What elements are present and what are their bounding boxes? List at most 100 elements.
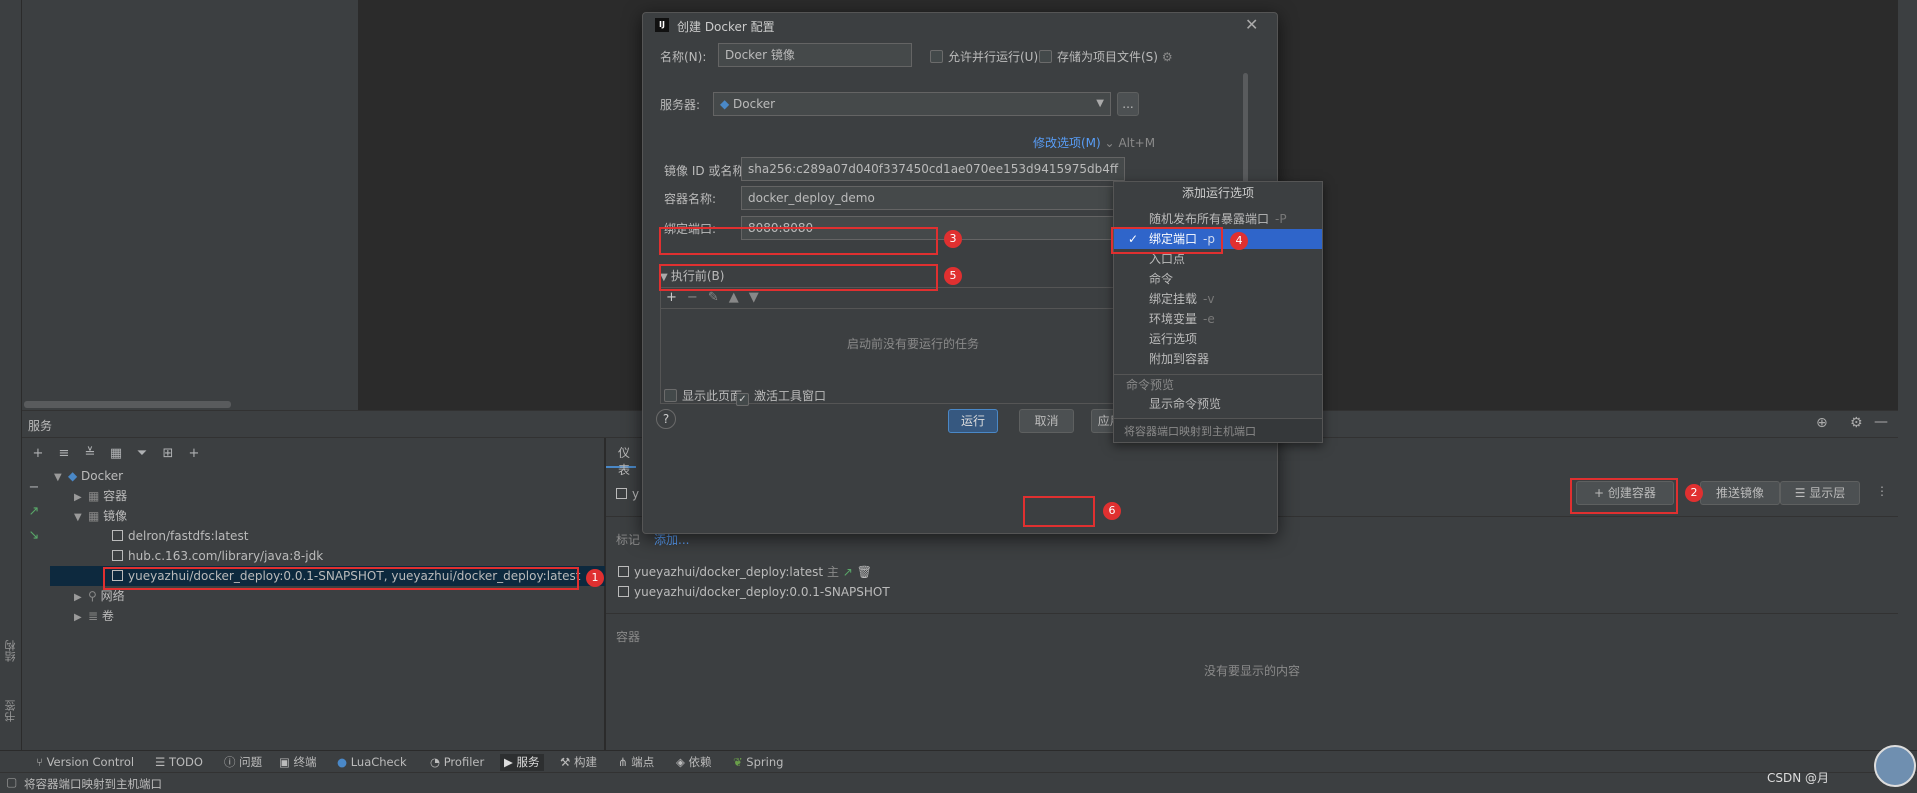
project-panel	[22, 0, 358, 410]
status-icon: ▢	[6, 775, 18, 789]
image-id-input[interactable]: sha256:c289a07d040f337450cd1ae070ee153d9…	[741, 157, 1125, 181]
tab-profiler[interactable]: ◔ Profiler	[430, 754, 484, 771]
run-icon[interactable]: ↗	[843, 565, 853, 579]
move-down-icon[interactable]: ▼	[749, 290, 759, 305]
tab-luacheck[interactable]: ● LuaCheck	[337, 754, 407, 771]
collapse-all-icon[interactable]: ≚	[80, 444, 100, 464]
add-icon[interactable]: +	[28, 444, 48, 464]
run-button[interactable]: 运行	[948, 409, 998, 433]
tab-label: 终端	[293, 755, 317, 769]
services-toolbar: + ≡ ≚ ▦ ⏷ ⊞ +	[28, 444, 204, 464]
tab-todo[interactable]: ☰ TODO	[155, 754, 203, 771]
popup-item[interactable]: 随机发布所有暴露端口 -P	[1114, 209, 1322, 229]
expand-all-icon[interactable]: ≡	[54, 444, 74, 464]
image-header: y	[616, 487, 639, 501]
cancel-button[interactable]: 取消	[1019, 409, 1074, 433]
tab-dashboard-label: 仪表	[618, 446, 631, 477]
tree-docker[interactable]: ▼ ◆ Docker	[54, 466, 123, 486]
bookmarks-tab[interactable]: 书签	[3, 700, 19, 722]
allow-parallel-checkbox[interactable]: 允许并行运行(U)	[930, 48, 1038, 65]
app-logo-icon: IJ	[655, 18, 669, 32]
modify-options-link[interactable]: 修改选项(M) ⌄ Alt+M	[1033, 134, 1155, 151]
activate-tool-label: 激活工具窗口	[754, 389, 827, 403]
tag-icon	[618, 566, 629, 577]
chevron-down-icon: ▼	[54, 472, 62, 483]
network-icon: ⚲	[88, 589, 101, 603]
add-task-icon[interactable]: +	[666, 290, 677, 305]
add-run-options-popup: 添加运行选项 随机发布所有暴露端口 -P ✓ 绑定端口 -p 入口点 命令 绑定挂载 -…	[1113, 181, 1323, 443]
delete-icon[interactable]: 🗑	[857, 565, 872, 579]
popup-item-label: 随机发布所有暴露端口	[1149, 212, 1270, 226]
tab-spring[interactable]: ❦ Spring	[733, 754, 783, 771]
tab-version-control[interactable]: ⑂ Version Control	[36, 754, 134, 771]
server-browse-button[interactable]: ...	[1117, 92, 1139, 116]
tree-image-item[interactable]: hub.c.163.com/library/java:8-jdk	[112, 546, 323, 566]
minimize-icon[interactable]: —	[1874, 414, 1888, 430]
gear-icon[interactable]: ⚙	[1162, 50, 1173, 64]
tab-terminal[interactable]: ▣ 终端	[279, 754, 317, 771]
tree-containers[interactable]: ▶ ▦ 容器	[74, 486, 127, 506]
popup-item[interactable]: 绑定挂载 -v	[1114, 289, 1322, 309]
popup-item[interactable]: 运行选项	[1114, 329, 1322, 349]
checkbox-box	[1039, 50, 1052, 63]
tree-image-item[interactable]: delron/fastdfs:latest	[112, 526, 248, 546]
close-icon[interactable]: ✕	[1245, 15, 1258, 34]
tab-dependencies[interactable]: ◈ 依赖	[676, 754, 712, 771]
popup-item[interactable]: 显示命令预览	[1114, 394, 1322, 414]
horizontal-scrollbar[interactable]	[24, 401, 231, 408]
tab-problems[interactable]: ⓘ 问题	[224, 754, 262, 771]
remove-icon[interactable]: −	[24, 478, 44, 498]
allow-parallel-label: 允许并行运行(U)	[948, 50, 1039, 64]
tab-services[interactable]: ▶ 服务	[500, 754, 544, 771]
group-icon[interactable]: ▦	[106, 444, 126, 464]
tag-item[interactable]: yueyazhui/docker_deploy:latest 主 ↗ 🗑	[618, 562, 872, 582]
tab-endpoints[interactable]: ⋔ 端点	[618, 754, 654, 771]
dialog-title: 创建 Docker 配置	[677, 20, 775, 34]
server-select[interactable]: ◆ Docker ▼	[713, 92, 1111, 116]
help-button[interactable]: ?	[656, 409, 676, 429]
volume-icon: ≣	[88, 609, 102, 623]
filter-icon[interactable]: ⏷	[132, 444, 152, 464]
show-page-checkbox[interactable]: 显示此页面	[664, 387, 742, 404]
name-input[interactable]: Docker 镜像	[718, 43, 912, 67]
activate-tool-checkbox[interactable]: ✓ 激活工具窗口	[736, 387, 826, 406]
check-icon: ✓	[736, 393, 749, 406]
services-tree-panel: + ≡ ≚ ▦ ⏷ ⊞ + − ↗ ↘ ▼ ◆ Docker ▶ ▦ 容器 ▼ ▦ 镜…	[22, 438, 605, 750]
more-icon[interactable]: ⋮	[1876, 484, 1888, 498]
structure-tab[interactable]: 结构	[3, 640, 19, 662]
new-tab-icon[interactable]: ⊞	[158, 444, 178, 464]
divider	[606, 613, 1898, 614]
move-up-icon[interactable]: ▲	[729, 290, 739, 305]
redeploy-icon[interactable]: ↘	[24, 526, 44, 546]
tag-item[interactable]: yueyazhui/docker_deploy:0.0.1-SNAPSHOT	[618, 582, 890, 602]
tab-label: 问题	[239, 755, 263, 769]
deploy-icon[interactable]: ↗	[24, 502, 44, 522]
play-icon: ▶	[504, 755, 517, 769]
add-service-icon[interactable]: +	[184, 444, 204, 464]
popup-item[interactable]: 附加到容器	[1114, 349, 1322, 369]
target-icon[interactable]: ⊕	[1816, 415, 1828, 431]
container-name-input[interactable]: docker_deploy_demo	[741, 186, 1125, 210]
tag-main-label: 主	[826, 565, 839, 579]
popup-item[interactable]: 环境变量 -e	[1114, 309, 1322, 329]
annotation-box	[1570, 478, 1678, 514]
modify-shortcut: Alt+M	[1118, 136, 1156, 150]
marker-6: 6	[1103, 502, 1121, 520]
left-tool-strip: 结构 书签	[0, 0, 22, 770]
tab-build[interactable]: ⚒ 构建	[560, 754, 597, 771]
popup-footer: 将容器端口映射到主机端口	[1114, 418, 1322, 442]
push-image-button[interactable]: 推送镜像	[1700, 481, 1780, 505]
gear-icon[interactable]: ⚙	[1850, 415, 1863, 431]
popup-item-label: 显示命令预览	[1149, 397, 1222, 411]
edit-icon[interactable]: ✎	[708, 290, 719, 305]
tab-label: 服务	[516, 755, 540, 769]
popup-item[interactable]: 命令	[1114, 269, 1322, 289]
tab-dashboard[interactable]: 仪表	[606, 438, 636, 477]
show-layers-button[interactable]: ☰ 显示层	[1780, 481, 1860, 505]
tree-images[interactable]: ▼ ▦ 镜像	[74, 506, 127, 526]
popup-item-label: 命令	[1149, 272, 1174, 286]
tree-volumes[interactable]: ▶ ≣ 卷	[74, 606, 114, 626]
no-tasks-text: 启动前没有要运行的任务	[847, 337, 980, 351]
remove-task-icon[interactable]: −	[687, 290, 698, 305]
store-as-file-checkbox[interactable]: 存储为项目文件(S) ⚙	[1039, 48, 1173, 65]
